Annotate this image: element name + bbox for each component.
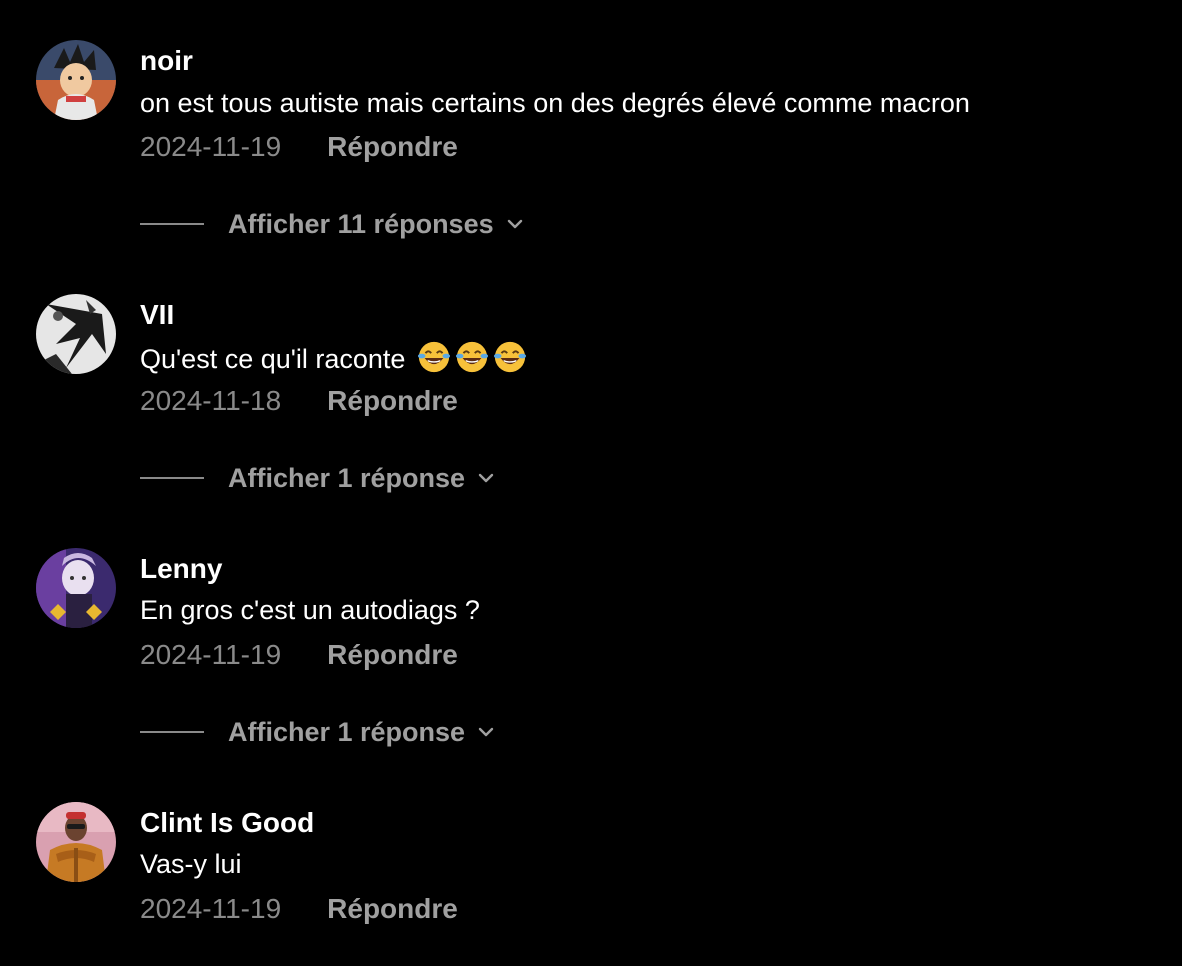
comment-meta: 2024-11-19 Répondre <box>140 131 458 163</box>
comment-meta: 2024-11-19 Répondre <box>140 893 458 925</box>
comment-text: on est tous autiste mais certains on des… <box>140 88 970 118</box>
purple-anime-avatar-icon <box>36 548 116 628</box>
comment-date: 2024-11-19 <box>140 893 282 924</box>
avatar[interactable] <box>36 802 116 882</box>
reply-button[interactable]: Répondre <box>327 385 458 416</box>
comment-text-content: Qu'est ce qu'il raconte <box>140 344 406 374</box>
comment-date: 2024-11-19 <box>140 639 282 670</box>
face-with-tears-of-joy-icon <box>455 341 489 373</box>
show-replies-button[interactable]: Afficher 1 réponse <box>140 716 495 748</box>
reply-button[interactable]: Répondre <box>327 131 458 162</box>
avatar[interactable] <box>36 40 116 120</box>
comment-username[interactable]: noir <box>140 45 193 77</box>
reply-button[interactable]: Répondre <box>327 639 458 670</box>
divider-line <box>140 223 204 225</box>
comment-text: Vas-y lui <box>140 849 242 879</box>
show-replies-label: Afficher 1 réponse <box>228 717 466 747</box>
reply-button[interactable]: Répondre <box>327 893 458 924</box>
comment-date: 2024-11-19 <box>140 131 282 162</box>
comment-text: En gros c'est un autodiags ? <box>140 595 480 625</box>
comment-username[interactable]: VII <box>140 299 174 331</box>
face-with-tears-of-joy-icon <box>493 341 527 373</box>
avatar[interactable] <box>36 548 116 628</box>
comment-username[interactable]: Clint Is Good <box>140 807 314 839</box>
anime-character-avatar-icon <box>36 40 116 120</box>
chevron-down-icon <box>478 727 494 737</box>
show-replies-label: Afficher 1 réponse <box>228 463 466 493</box>
divider-line <box>140 477 204 479</box>
chevron-down-icon <box>478 473 494 483</box>
comment-meta: 2024-11-19 Répondre <box>140 639 458 671</box>
comment-text: Qu'est ce qu'il raconte <box>140 340 527 375</box>
avatar[interactable] <box>36 294 116 374</box>
chevron-down-icon <box>507 219 522 229</box>
comment-meta: 2024-11-18 Répondre <box>140 385 458 417</box>
face-with-tears-of-joy-icon <box>417 341 451 373</box>
monochrome-manga-avatar-icon <box>36 294 116 374</box>
comment-username[interactable]: Lenny <box>140 553 222 585</box>
divider-line <box>140 731 204 733</box>
show-replies-button[interactable]: Afficher 11 réponses <box>140 208 524 240</box>
show-replies-label: Afficher 11 réponses <box>228 209 494 239</box>
person-orange-jacket-avatar-icon <box>36 802 116 882</box>
comment-date: 2024-11-18 <box>140 385 282 416</box>
show-replies-button[interactable]: Afficher 1 réponse <box>140 462 495 494</box>
